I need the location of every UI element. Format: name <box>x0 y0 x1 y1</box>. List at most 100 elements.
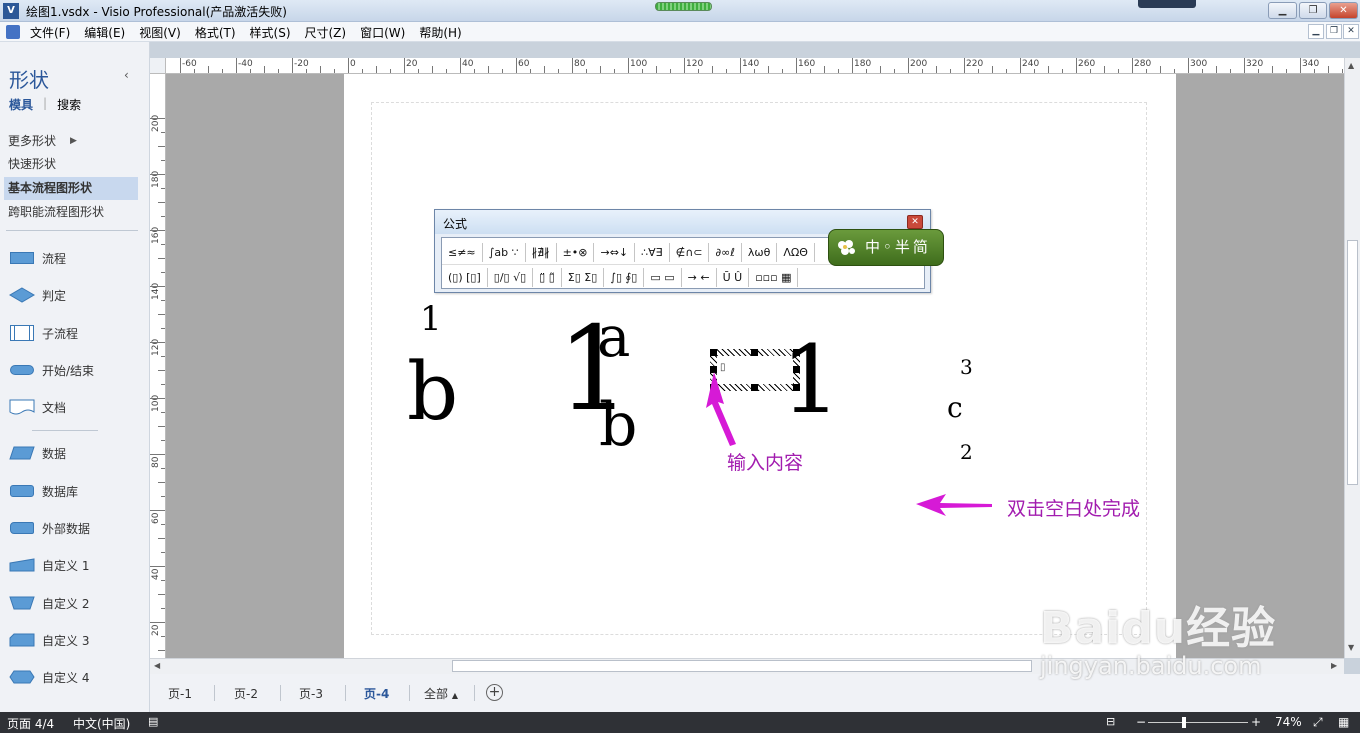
tab-page-2[interactable]: 页-2 <box>234 685 258 702</box>
ruler-tick <box>1104 66 1105 73</box>
menu-view[interactable]: 视图(V) <box>139 24 181 41</box>
stencil-cross-functional[interactable]: 跨职能流程图形状 <box>4 201 138 224</box>
scroll-left-icon[interactable]: ◀ <box>154 661 160 670</box>
doc-close-button[interactable]: ✕ <box>1343 24 1359 39</box>
tab-all-pages[interactable]: 全部 ▲ <box>424 685 458 702</box>
equation3-base[interactable]: 1 <box>781 334 841 428</box>
tab-search[interactable]: 搜索 <box>57 96 81 113</box>
scroll-right-icon[interactable]: ▶ <box>1331 661 1337 670</box>
shape-database[interactable]: 数据库 <box>8 477 78 505</box>
fit-page-icon[interactable]: ⤢ <box>1313 715 1323 730</box>
zoom-in-icon[interactable]: + <box>1251 715 1261 729</box>
zoom-slider-thumb[interactable] <box>1182 717 1186 728</box>
more-shapes-item[interactable]: 更多形状 ▶ <box>4 130 138 153</box>
menu-size[interactable]: 尺寸(Z) <box>305 24 347 41</box>
equation1-base[interactable]: b <box>407 352 458 432</box>
shape-custom-2[interactable]: 自定义 2 <box>8 589 89 617</box>
doc-restore-button[interactable]: ❐ <box>1326 24 1342 39</box>
shape-terminator[interactable]: 开始/结束 <box>8 356 94 384</box>
formula-template-button[interactable]: → ← <box>682 267 717 287</box>
menu-style[interactable]: 样式(S) <box>250 24 291 41</box>
ruler-tick <box>1006 69 1007 73</box>
equation2-subscript[interactable]: b <box>599 395 637 455</box>
ruler-tick <box>180 58 181 73</box>
formula-template-button[interactable]: ∂∞ℓ <box>709 243 742 262</box>
visio-app-icon[interactable]: V <box>3 3 19 19</box>
switch-windows-icon[interactable]: ▦ <box>1338 715 1349 729</box>
shape-custom-1[interactable]: 自定义 1 <box>8 551 89 579</box>
zoom-slider-track[interactable] <box>1148 722 1248 723</box>
formula-template-button[interactable]: ▯/▯ √▯ <box>488 267 534 287</box>
equation2-superscript[interactable]: a <box>597 310 630 366</box>
formula-template-button[interactable]: ▯̈ ▯̃ <box>533 267 562 287</box>
equation4-lower-limit[interactable]: 2 <box>960 442 973 462</box>
tab-page-1[interactable]: 页-1 <box>168 685 192 702</box>
formula-template-button[interactable]: ΛΩΘ <box>777 243 815 262</box>
formula-template-button[interactable]: (▯) [▯] <box>442 267 488 287</box>
macro-record-icon[interactable]: ▤ <box>148 715 158 728</box>
menu-help[interactable]: 帮助(H) <box>419 24 461 41</box>
resize-handle[interactable] <box>751 349 758 356</box>
scroll-down-icon[interactable]: ▼ <box>1348 643 1354 652</box>
shape-external-data[interactable]: 外部数据 <box>8 514 90 542</box>
zoom-out-icon[interactable]: − <box>1136 715 1146 729</box>
page-number-status[interactable]: 页面 4/4 <box>7 715 54 732</box>
zoom-level[interactable]: 74% <box>1275 715 1302 729</box>
shape-custom-4[interactable]: 自定义 4 <box>8 663 89 691</box>
shape-custom-3[interactable]: 自定义 3 <box>8 626 89 654</box>
document-icon[interactable] <box>6 25 20 39</box>
close-icon[interactable]: ✕ <box>907 215 923 229</box>
menu-window[interactable]: 窗口(W) <box>360 24 405 41</box>
equation1-superscript[interactable]: 1 <box>420 302 442 336</box>
tab-stencils[interactable]: 模具 <box>9 96 33 113</box>
shape-decision[interactable]: 判定 <box>8 281 66 309</box>
stencil-quick-shapes[interactable]: 快速形状 <box>4 153 138 176</box>
custom2-icon <box>8 593 36 613</box>
ruler-tick <box>150 286 165 287</box>
equation4-base[interactable]: c <box>947 394 963 422</box>
formula-template-button[interactable]: ∫▯ ∮▯ <box>604 267 645 287</box>
scroll-up-icon[interactable]: ▲ <box>1348 61 1354 70</box>
formula-template-button[interactable]: λωθ <box>742 243 778 262</box>
presentation-mode-icon[interactable]: ⊟ <box>1106 715 1115 728</box>
formula-template-button[interactable]: ∉∩⊂ <box>670 243 710 262</box>
terminator-icon <box>8 360 36 380</box>
tab-page-3[interactable]: 页-3 <box>299 685 323 702</box>
ime-status-bar[interactable]: 中◦半简 <box>828 229 944 266</box>
formula-template-button[interactable]: →⇔↓ <box>594 243 636 262</box>
formula-template-button[interactable]: Σ▯ Σ▯ <box>562 267 605 287</box>
resize-handle[interactable] <box>710 349 717 356</box>
tab-page-4[interactable]: 页-4 <box>364 685 389 702</box>
add-page-icon[interactable]: + <box>486 684 503 701</box>
shape-process[interactable]: 流程 <box>8 244 66 272</box>
shape-subprocess[interactable]: 子流程 <box>8 319 78 347</box>
formula-template-button[interactable]: ▫▫▫ ▦ <box>749 267 799 287</box>
vertical-scroll-thumb[interactable] <box>1347 240 1358 485</box>
ruler-tick <box>586 69 587 73</box>
vertical-scrollbar[interactable]: ▲ ▼ <box>1344 58 1360 658</box>
shape-document[interactable]: 文档 <box>8 393 66 421</box>
horizontal-scroll-thumb[interactable] <box>452 660 1032 672</box>
formula-template-button[interactable]: ±•⊗ <box>557 243 595 262</box>
collapse-panel-icon[interactable]: ‹ <box>124 68 129 82</box>
menu-edit[interactable]: 编辑(E) <box>84 24 125 41</box>
formula-template-button[interactable]: ∫ab ∵ <box>483 243 526 262</box>
doc-minimize-button[interactable]: ▁ <box>1308 24 1324 39</box>
restore-button[interactable]: ❐ <box>1299 2 1327 19</box>
resize-handle[interactable] <box>751 384 758 391</box>
formula-template-button[interactable]: ∴∀∃ <box>635 243 670 262</box>
close-button[interactable]: ✕ <box>1329 2 1358 19</box>
ruler-tick <box>161 468 165 469</box>
equation4-upper-limit[interactable]: 3 <box>960 357 973 377</box>
stencil-basic-flowchart[interactable]: 基本流程图形状 <box>4 177 138 200</box>
shape-data[interactable]: 数据 <box>8 439 66 467</box>
formula-template-button[interactable]: Ū Û <box>717 267 750 287</box>
menu-format[interactable]: 格式(T) <box>195 24 236 41</box>
minimize-button[interactable]: ▁ <box>1268 2 1297 19</box>
formula-template-button[interactable]: ∦∄∦ <box>526 243 557 262</box>
language-status[interactable]: 中文(中国) <box>73 715 130 732</box>
menu-file[interactable]: 文件(F) <box>30 24 70 41</box>
ruler-tick <box>656 66 657 73</box>
formula-template-button[interactable]: ≤≠≈ <box>442 243 483 262</box>
formula-template-button[interactable]: ▭ ▭ <box>644 267 682 287</box>
